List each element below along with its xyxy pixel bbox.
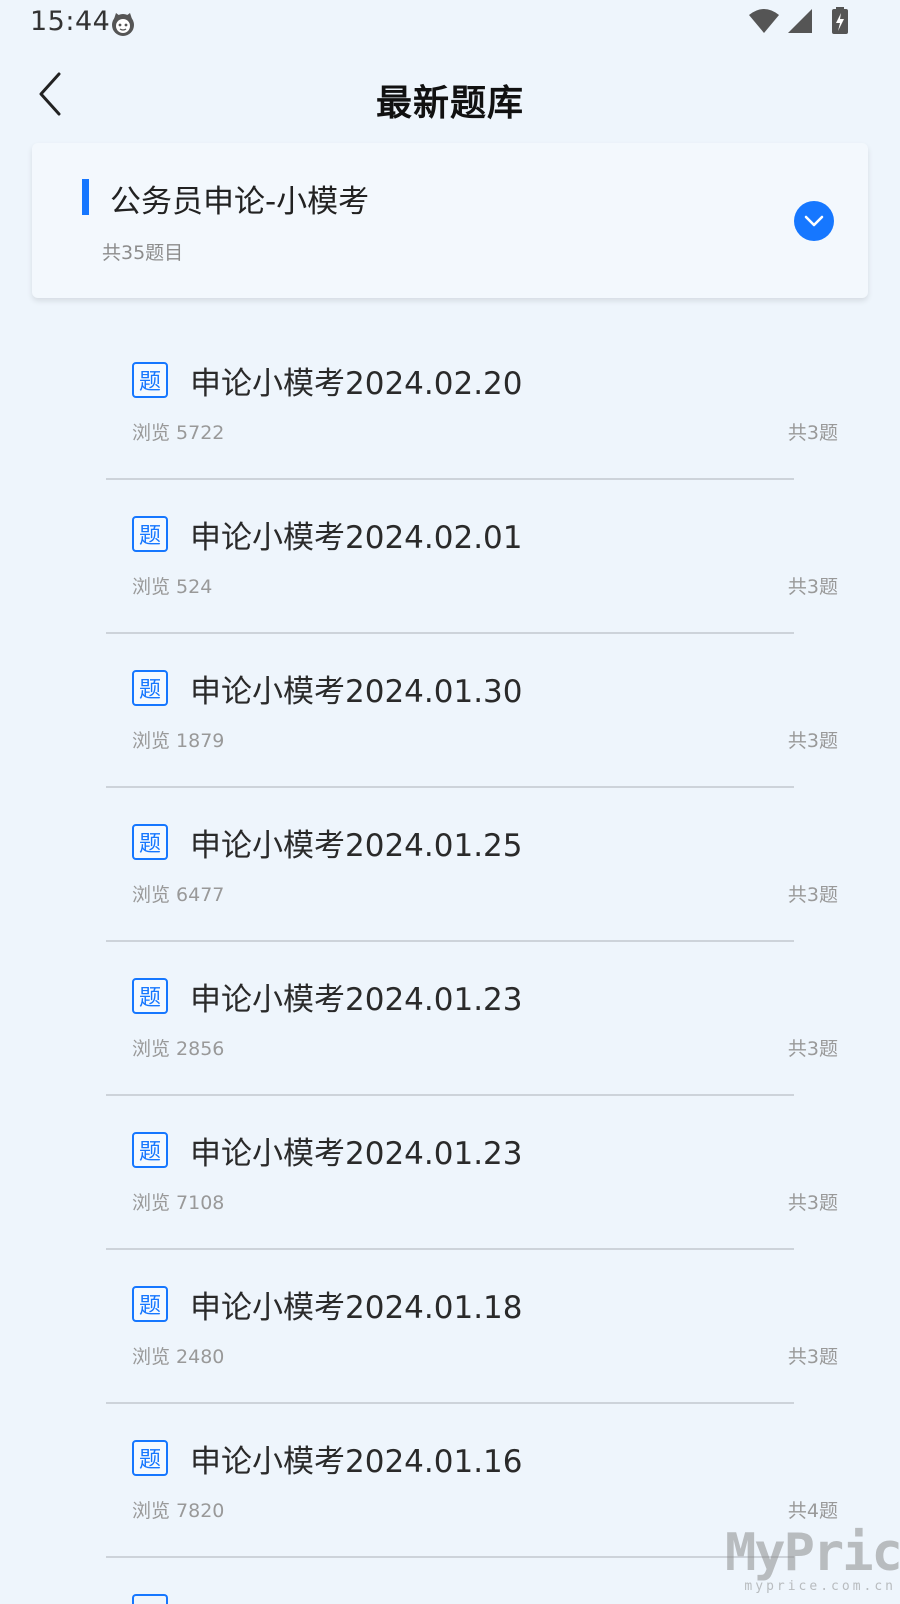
category-accent-bar [82, 179, 89, 215]
expand-toggle-button[interactable] [794, 201, 834, 241]
item-views: 浏览 7108 [132, 1192, 225, 1214]
item-views: 浏览 5722 [132, 422, 225, 444]
list-item[interactable]: 题 申论小模考2024.02.01 浏览 524 共3题 [0, 480, 900, 634]
question-badge-icon: 题 [132, 362, 168, 398]
question-badge-icon: 题 [132, 824, 168, 860]
signal-icon [786, 7, 814, 39]
question-badge-icon [132, 1594, 168, 1604]
item-total: 共3题 [787, 1038, 838, 1060]
wifi-icon [748, 7, 780, 39]
item-views: 浏览 2856 [132, 1038, 225, 1060]
list-item[interactable]: 题 申论小模考2024.02.20 浏览 5722 共3题 [0, 326, 900, 480]
item-views: 浏览 1879 [132, 730, 225, 752]
status-bar: 15:44 [0, 0, 900, 46]
item-title: 申论小模考2024.02.01 [190, 520, 523, 556]
status-time: 15:44 [30, 6, 111, 37]
item-total: 共3题 [787, 422, 838, 444]
category-card[interactable]: 公务员申论-小模考 共35题目 [32, 143, 868, 298]
question-list: 题 申论小模考2024.02.20 浏览 5722 共3题 题 申论小模考202… [0, 326, 900, 1558]
watermark: MyPrice myprice.com.cn [725, 1527, 900, 1594]
nav-bar: 最新题库 [0, 46, 900, 142]
item-total: 共3题 [787, 730, 838, 752]
question-badge-icon: 题 [132, 1440, 168, 1476]
divider [106, 1556, 794, 1558]
item-total: 共3题 [787, 884, 838, 906]
item-title: 申论小模考2024.01.25 [190, 828, 523, 864]
status-icons [748, 6, 850, 40]
item-title: 申论小模考2024.02.20 [190, 366, 523, 402]
item-title: 申论小模考2024.01.23 [190, 982, 523, 1018]
item-views: 浏览 6477 [132, 884, 225, 906]
battery-charging-icon [830, 6, 850, 40]
category-title: 公务员申论-小模考 [110, 184, 370, 220]
list-item[interactable]: 题 申论小模考2024.01.23 浏览 2856 共3题 [0, 942, 900, 1096]
question-badge-icon: 题 [132, 978, 168, 1014]
item-views: 浏览 2480 [132, 1346, 225, 1368]
page-title: 最新题库 [375, 83, 524, 124]
chevron-down-icon [804, 215, 824, 227]
question-badge-icon: 题 [132, 1132, 168, 1168]
item-title: 申论小模考2024.01.18 [190, 1290, 523, 1326]
item-title: 申论小模考2024.01.23 [190, 1136, 523, 1172]
watermark-sub: myprice.com.cn [744, 1579, 896, 1594]
item-total: 共3题 [787, 576, 838, 598]
list-item[interactable]: 题 申论小模考2024.01.25 浏览 6477 共3题 [0, 788, 900, 942]
item-total: 共3题 [787, 1346, 838, 1368]
item-total: 共3题 [787, 1192, 838, 1214]
notification-cat-icon [110, 11, 136, 37]
watermark-main: MyPrice [725, 1523, 900, 1583]
question-badge-icon: 题 [132, 670, 168, 706]
question-badge-icon: 题 [132, 1286, 168, 1322]
item-views: 浏览 524 [132, 576, 213, 598]
list-item[interactable]: 题 申论小模考2024.01.23 浏览 7108 共3题 [0, 1096, 900, 1250]
item-title: 申论小模考2024.01.16 [190, 1444, 523, 1480]
item-total: 共4题 [787, 1500, 838, 1522]
list-item[interactable]: 题 申论小模考2024.01.18 浏览 2480 共3题 [0, 1250, 900, 1404]
list-item[interactable]: 题 申论小模考2024.01.30 浏览 1879 共3题 [0, 634, 900, 788]
question-badge-icon: 题 [132, 516, 168, 552]
item-title: 申论小模考2024.01.30 [190, 674, 523, 710]
item-views: 浏览 7820 [132, 1500, 225, 1522]
category-count: 共35题目 [102, 242, 184, 264]
